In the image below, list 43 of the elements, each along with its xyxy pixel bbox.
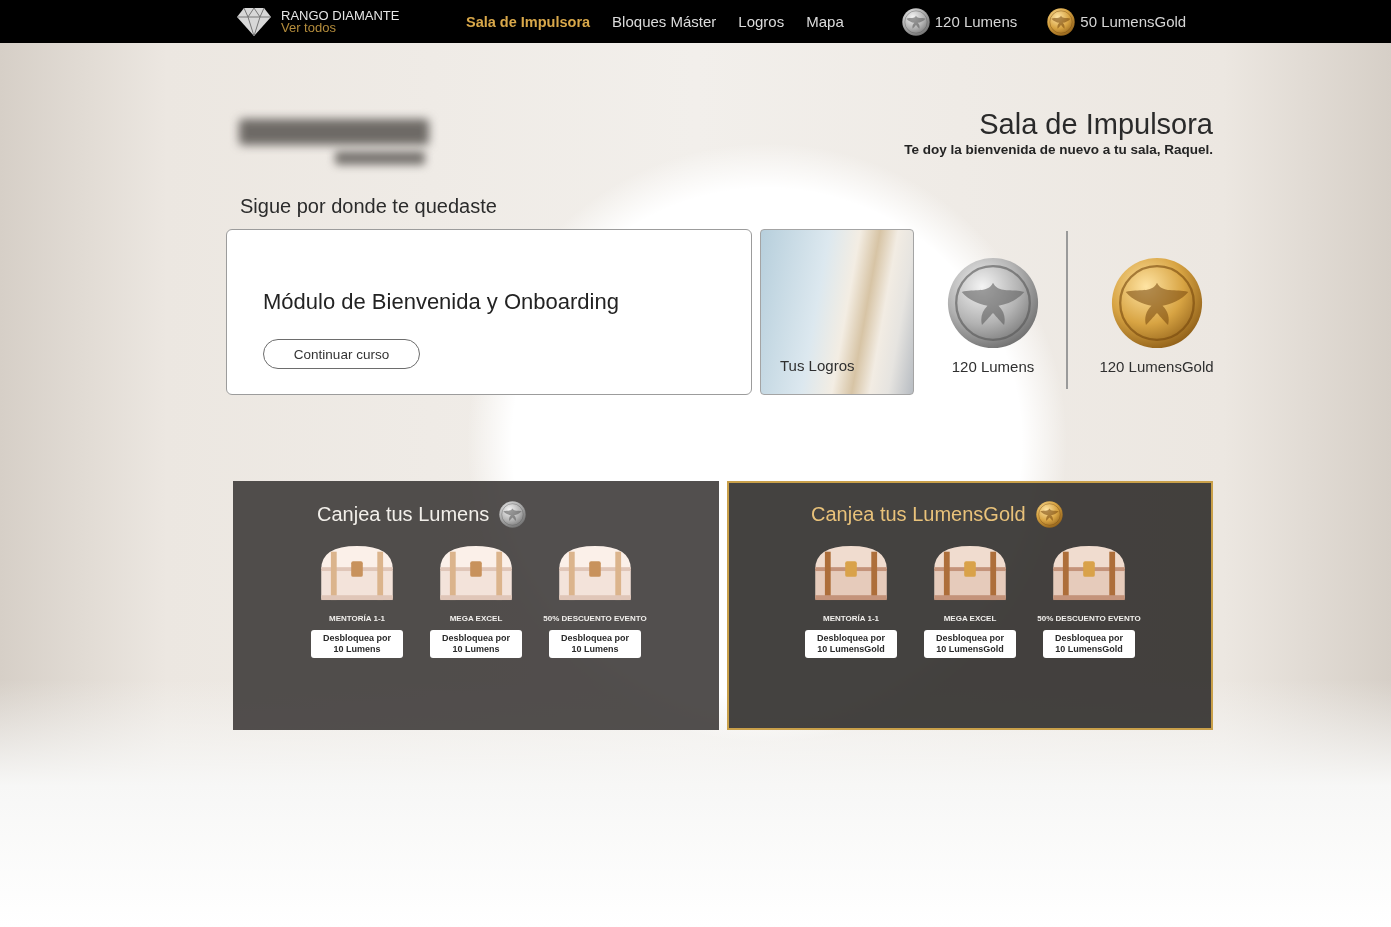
panel-title: Canjea tus Lumens <box>317 502 490 526</box>
medal-icon <box>947 257 1039 349</box>
unlock-button[interactable]: Desbloquea por 10 LumensGold <box>924 630 1016 658</box>
reward-name: MEGA EXCEL <box>449 614 503 624</box>
unlock-button[interactable]: Desbloquea por 10 LumensGold <box>805 630 897 658</box>
rank-title: RANGO DIAMANTE <box>281 9 400 22</box>
course-title: Módulo de Bienvenida y Onboarding <box>263 288 620 316</box>
reward-name: MEGA EXCEL <box>943 614 997 624</box>
reward-name: MENTORÍA 1-1 <box>823 614 879 624</box>
treasure-chest-icon <box>1050 543 1128 601</box>
diamond-icon <box>236 6 272 37</box>
page-title: Sala de Impulsora <box>979 107 1213 141</box>
coin-icon <box>499 500 527 528</box>
welcome-text: Te doy la bienvenida de nuevo a tu sala, Raquel. <box>904 141 1213 158</box>
nav-link[interactable]: Logros <box>738 9 785 34</box>
medal-label: 120 LumensGold <box>1099 358 1214 375</box>
reward-name: 50% DESCUENTO EVENTO <box>543 614 647 624</box>
coin-icon <box>1035 500 1063 528</box>
reward-name: 50% DESCUENTO EVENTO <box>1037 614 1141 624</box>
unlock-button[interactable]: Desbloquea por 10 Lumens <box>549 630 641 658</box>
panel-title: Canjea tus LumensGold <box>811 502 1026 526</box>
view-all-link[interactable]: Ver todos <box>281 22 400 34</box>
reward-name: MENTORÍA 1-1 <box>329 614 385 624</box>
treasure-chest-icon <box>318 543 396 601</box>
treasure-chest-icon <box>812 543 890 601</box>
nav-link[interactable]: Mapa <box>806 9 844 34</box>
treasure-chest-icon <box>437 543 515 601</box>
medal-icon <box>1110 257 1203 349</box>
nav-link[interactable]: Sala de Impulsora <box>466 9 591 34</box>
coin-icon <box>1047 7 1076 36</box>
unlock-button[interactable]: Desbloquea por 10 Lumens <box>430 630 522 658</box>
section-heading: Sigue por donde te quedaste <box>240 194 498 218</box>
coin-icon <box>901 7 930 36</box>
treasure-chest-icon <box>931 543 1009 601</box>
balance-text: 120 Lumens <box>934 13 1018 30</box>
continue-course-button[interactable]: Continuar curso <box>263 339 420 369</box>
nav-link[interactable]: Bloques Máster <box>612 9 717 34</box>
medal-label: 120 Lumens <box>951 358 1035 375</box>
unlock-button[interactable]: Desbloquea por 10 Lumens <box>311 630 403 658</box>
treasure-chest-icon <box>556 543 634 601</box>
balance-text: 50 LumensGold <box>1080 13 1187 30</box>
unlock-button[interactable]: Desbloquea por 10 LumensGold <box>1043 630 1135 658</box>
achievements-photo-card[interactable]: Tus Logros <box>760 229 914 395</box>
